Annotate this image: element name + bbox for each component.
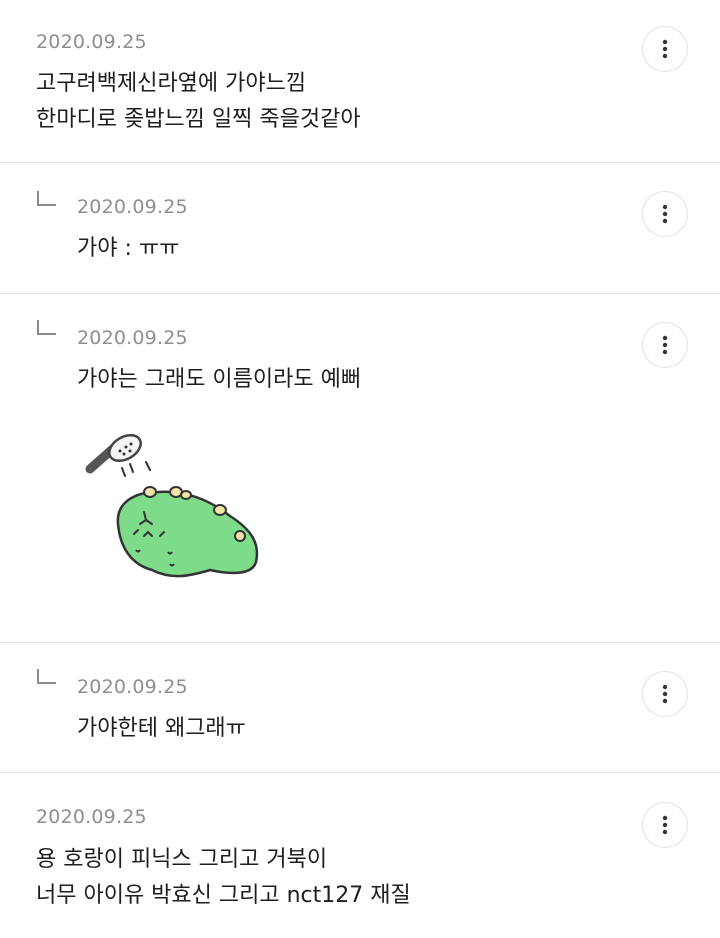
reply-item: 2020.09.25 가야 : ㅠㅠ [0, 163, 720, 294]
comment-text: 용 호랑이 피닉스 그리고 거북이 너무 아이유 박효신 그리고 nct127 … [36, 847, 411, 908]
reply-arrow-icon [37, 669, 56, 684]
more-options-button[interactable] [642, 191, 688, 237]
more-vertical-icon [662, 815, 668, 835]
green-dinosaur-shower-sticker [85, 433, 259, 578]
more-vertical-icon [662, 39, 668, 59]
comment-item: 2020.09.25 고구려백제신라옆에 가야느낌 한마디로 좆밥느낌 일찍 죽… [0, 0, 720, 163]
more-options-button[interactable] [642, 671, 688, 717]
more-vertical-icon [662, 684, 668, 704]
more-options-button[interactable] [642, 802, 688, 848]
more-options-button[interactable] [642, 26, 688, 72]
reply-item: 2020.09.25 가야는 그래도 이름이라도 예뻐 [0, 294, 720, 643]
reply-arrow-icon [37, 191, 56, 206]
comment-date: 2020.09.25 [77, 327, 188, 349]
comment-text: 가야한테 왜그래ㅠ [77, 716, 246, 741]
reply-item: 2020.09.25 가야한테 왜그래ㅠ [0, 643, 720, 773]
comment-text: 가야는 그래도 이름이라도 예뻐 [77, 367, 362, 392]
more-options-button[interactable] [642, 322, 688, 368]
more-vertical-icon [662, 335, 668, 355]
comment-text: 가야 : ㅠㅠ [77, 236, 180, 261]
comment-date: 2020.09.25 [36, 31, 147, 53]
comment-date: 2020.09.25 [36, 806, 147, 828]
comment-text: 고구려백제신라옆에 가야느낌 한마디로 좆밥느낌 일찍 죽을것같아 [36, 71, 361, 132]
comment-date: 2020.09.25 [77, 676, 188, 698]
comment-item: 2020.09.25 용 호랑이 피닉스 그리고 거북이 너무 아이유 박효신 … [0, 773, 720, 938]
reply-arrow-icon [37, 320, 56, 335]
more-vertical-icon [662, 204, 668, 224]
comment-date: 2020.09.25 [77, 196, 188, 218]
shower-head-icon [85, 433, 142, 474]
